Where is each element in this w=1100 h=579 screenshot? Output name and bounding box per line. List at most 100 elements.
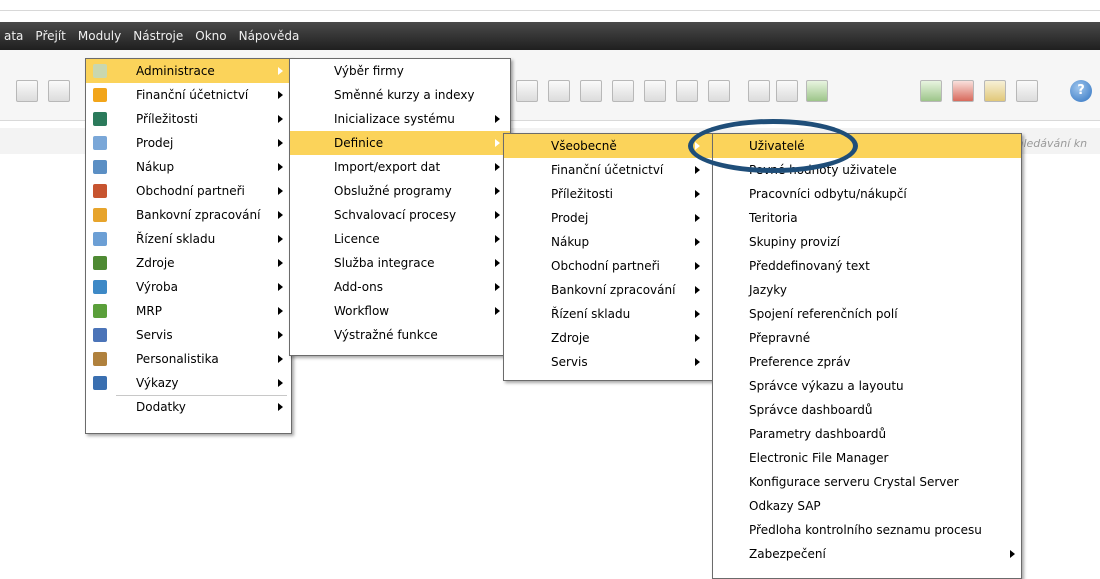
menu-item-financni-ucetnictvi[interactable]: Finanční účetnictví — [86, 83, 291, 107]
menu-item-label: Electronic File Manager — [749, 451, 889, 465]
menu-item-vyroba[interactable]: Výroba — [86, 275, 291, 299]
menu-item-nakup[interactable]: Nákup — [86, 155, 291, 179]
menu-item-nakup[interactable]: Nákup — [504, 230, 714, 254]
submenu-arrow-icon — [278, 115, 283, 123]
prev-record-icon[interactable] — [548, 80, 570, 102]
menu-item-label: Workflow — [334, 304, 390, 318]
menu-item-konfigurace-serveru-crystal-server[interactable]: Konfigurace serveru Crystal Server — [713, 470, 1021, 494]
menu-nastroje[interactable]: Nástroje — [127, 22, 189, 50]
menu-item-vyber-firmy[interactable]: Výběr firmy — [290, 59, 510, 83]
submenu-arrow-icon — [278, 283, 283, 291]
bank-icon — [93, 208, 107, 222]
general-menu: Uživatelé Pevné hodnoty uživatele Pracovní… — [712, 133, 1022, 579]
menu-napoveda[interactable]: Nápověda — [233, 22, 306, 50]
menu-item-rizeni-skladu[interactable]: Řízení skladu — [504, 302, 714, 326]
cart-icon — [93, 160, 107, 174]
menu-data[interactable]: ata — [0, 22, 29, 50]
menu-item-preddefinovany-text[interactable]: Předdefinovaný text — [713, 254, 1021, 278]
edit-pen-icon[interactable] — [748, 80, 770, 102]
menu-item-zdroje[interactable]: Zdroje — [86, 251, 291, 275]
next-record-icon[interactable] — [580, 80, 602, 102]
menu-item-label: MRP — [136, 304, 162, 318]
menu-item-label: Jazyky — [749, 283, 787, 297]
calendar-icon[interactable] — [920, 80, 942, 102]
menu-item-vseobecne[interactable]: Všeobecně — [504, 134, 714, 158]
menu-item-prodej[interactable]: Prodej — [86, 131, 291, 155]
network-icon[interactable] — [1016, 80, 1038, 102]
menu-item-licence[interactable]: Licence — [290, 227, 510, 251]
menu-item-label: Bankovní zpracování — [136, 208, 261, 222]
menu-item-servis[interactable]: Servis — [86, 323, 291, 347]
submenu-arrow-icon — [495, 283, 500, 291]
menu-item-spojeni-referencnich-poli[interactable]: Spojení referenčních polí — [713, 302, 1021, 326]
menu-item-prodej[interactable]: Prodej — [504, 206, 714, 230]
menu-item-label: Servis — [551, 355, 588, 369]
submenu-arrow-icon — [278, 211, 283, 219]
menu-item-dodatky[interactable]: Dodatky — [86, 395, 291, 419]
menu-item-jazyky[interactable]: Jazyky — [713, 278, 1021, 302]
menu-item-prepravne[interactable]: Přepravné — [713, 326, 1021, 350]
menu-item-obchodni-partneri[interactable]: Obchodní partneři — [86, 179, 291, 203]
base-document-icon[interactable] — [644, 80, 666, 102]
submenu-arrow-icon — [495, 259, 500, 267]
menu-item-pracovnici-odbytu-nakupci[interactable]: Pracovníci odbytu/nákupčí — [713, 182, 1021, 206]
menu-item-sluzba-integrace[interactable]: Služba integrace — [290, 251, 510, 275]
menu-moduly[interactable]: Moduly — [72, 22, 127, 50]
menu-item-mrp[interactable]: MRP — [86, 299, 291, 323]
settings-doc-icon[interactable] — [776, 80, 798, 102]
menu-okno[interactable]: Okno — [189, 22, 232, 50]
menu-item-odkazy-sap[interactable]: Odkazy SAP — [713, 494, 1021, 518]
menu-item-preference-zprav[interactable]: Preference zpráv — [713, 350, 1021, 374]
first-record-icon[interactable] — [516, 80, 538, 102]
menu-item-electronic-file-manager[interactable]: Electronic File Manager — [713, 446, 1021, 470]
menu-item-prilezitosti[interactable]: Příležitosti — [86, 107, 291, 131]
submenu-arrow-icon — [695, 358, 700, 366]
submenu-arrow-icon — [278, 379, 283, 387]
menu-item-zabezpeceni[interactable]: Zabezpečení — [713, 542, 1021, 566]
menu-item-spravce-vykazu-a-layoutu[interactable]: Správce výkazu a layoutu — [713, 374, 1021, 398]
menu-item-servis[interactable]: Servis — [504, 350, 714, 374]
menu-item-label: Odkazy SAP — [749, 499, 821, 513]
menu-item-spravce-dashboardu[interactable]: Správce dashboardů — [713, 398, 1021, 422]
export-icon[interactable] — [806, 80, 828, 102]
menu-prejit[interactable]: Přejít — [29, 22, 71, 50]
menu-item-vystrazne-funkce[interactable]: Výstražné funkce — [290, 323, 510, 347]
messages-icon[interactable] — [952, 80, 974, 102]
menu-item-administrace[interactable]: Administrace — [86, 59, 291, 83]
menu-item-parametry-dashboardu[interactable]: Parametry dashboardů — [713, 422, 1021, 446]
menu-item-prilezitosti[interactable]: Příležitosti — [504, 182, 714, 206]
menu-item-vykazy[interactable]: Výkazy — [86, 371, 291, 395]
calculator-icon[interactable] — [984, 80, 1006, 102]
menu-item-obchodni-partneri[interactable]: Obchodní partneři — [504, 254, 714, 278]
menu-item-definice[interactable]: Definice — [290, 131, 510, 155]
submenu-arrow-icon — [495, 235, 500, 243]
sales-icon — [93, 136, 107, 150]
target-document-icon[interactable] — [676, 80, 698, 102]
menu-item-rizeni-skladu[interactable]: Řízení skladu — [86, 227, 291, 251]
journal-icon[interactable] — [708, 80, 730, 102]
word-export-icon[interactable] — [16, 80, 38, 102]
menu-item-predloha-kontrolniho-seznamu-procesu[interactable]: Předloha kontrolního seznamu procesu — [713, 518, 1021, 542]
menu-item-teritoria[interactable]: Teritoria — [713, 206, 1021, 230]
menu-item-zdroje[interactable]: Zdroje — [504, 326, 714, 350]
menu-item-obsluzne-programy[interactable]: Obslužné programy — [290, 179, 510, 203]
menu-item-skupiny-provizi[interactable]: Skupiny provizí — [713, 230, 1021, 254]
menu-item-bankovni-zpracovani[interactable]: Bankovní zpracování — [86, 203, 291, 227]
menu-item-workflow[interactable]: Workflow — [290, 299, 510, 323]
menu-item-schvalovaci-procesy[interactable]: Schvalovací procesy — [290, 203, 510, 227]
pdf-export-icon[interactable] — [48, 80, 70, 102]
menu-item-add-ons[interactable]: Add-ons — [290, 275, 510, 299]
menu-item-bankovni-zpracovani[interactable]: Bankovní zpracování — [504, 278, 714, 302]
submenu-arrow-icon — [495, 211, 500, 219]
menu-item-inicializace-systemu[interactable]: Inicializace systému — [290, 107, 510, 131]
last-record-icon[interactable] — [612, 80, 634, 102]
help-icon[interactable]: ? — [1070, 80, 1092, 102]
menu-item-label: Administrace — [136, 64, 215, 78]
submenu-arrow-icon — [695, 166, 700, 174]
mrp-icon — [93, 304, 107, 318]
menu-item-personalistika[interactable]: Personalistika — [86, 347, 291, 371]
menu-item-import-export-dat[interactable]: Import/export dat — [290, 155, 510, 179]
menu-item-smenne-kurzy-a-indexy[interactable]: Směnné kurzy a indexy — [290, 83, 510, 107]
menu-item-financni-ucetnictvi[interactable]: Finanční účetnictví — [504, 158, 714, 182]
menu-item-label: Zdroje — [136, 256, 175, 270]
